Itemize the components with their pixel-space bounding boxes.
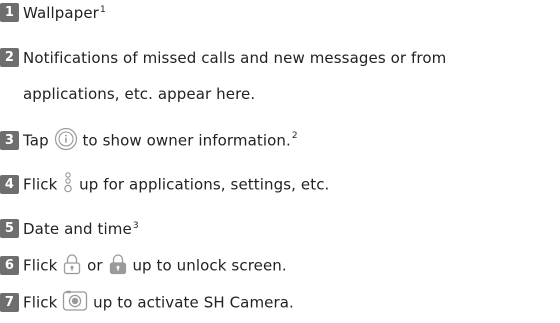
item-number-badge: 5 [0, 219, 19, 238]
list-item-2: 2 Notifications of missed calls and new m… [0, 48, 560, 69]
item-number-badge: 4 [0, 174, 19, 194]
item-number-badge: 1 [0, 3, 19, 22]
list-item-7: 7 Flick up to activate SH Camera. [0, 290, 560, 314]
item-number-badge: 7 [0, 292, 19, 312]
item-number-badge: 2 [0, 48, 19, 67]
lock-icon [108, 253, 128, 275]
item-number-badge: 3 [0, 130, 19, 150]
item-text: Date and time [23, 220, 132, 238]
item-text-mid: or [87, 256, 103, 275]
item-text-post: up to unlock screen. [132, 256, 287, 275]
list-item-2-continuation: applications, etc. appear here. [0, 84, 560, 105]
footnote-marker: 1 [99, 5, 106, 15]
item-text-pre: Flick [23, 175, 58, 194]
item-text-line2: applications, etc. appear here. [23, 85, 256, 103]
list-item-4: 4 Flick up for applications, settings, et… [0, 172, 560, 196]
item-text-post: to show owner information. [82, 131, 291, 150]
footnote-marker: 3 [132, 221, 139, 231]
footnote-marker: 2 [291, 131, 298, 141]
item-text: Wallpaper [23, 4, 99, 22]
lock-icon [62, 253, 82, 275]
item-text-pre: Flick [23, 293, 58, 312]
list-item-3: 3 Tap to show owner information.2 [0, 127, 560, 153]
item-text-pre: Tap [23, 131, 49, 150]
vertical-dots-handle-icon [62, 172, 74, 194]
item-text-post: up to activate SH Camera. [93, 293, 294, 312]
item-number-badge: 6 [0, 255, 19, 275]
item-text-post: up for applications, settings, etc. [79, 175, 330, 194]
list-item-1: 1 Wallpaper1 [0, 3, 560, 24]
list-item-5: 5 Date and time3 [0, 219, 560, 240]
list-item-6: 6 Flick or up to unlock screen. [0, 253, 560, 277]
info-circle-icon [54, 127, 78, 151]
item-text-line1: Notifications of missed calls and new me… [23, 49, 447, 67]
camera-icon [62, 290, 88, 312]
item-text-pre: Flick [23, 256, 58, 275]
